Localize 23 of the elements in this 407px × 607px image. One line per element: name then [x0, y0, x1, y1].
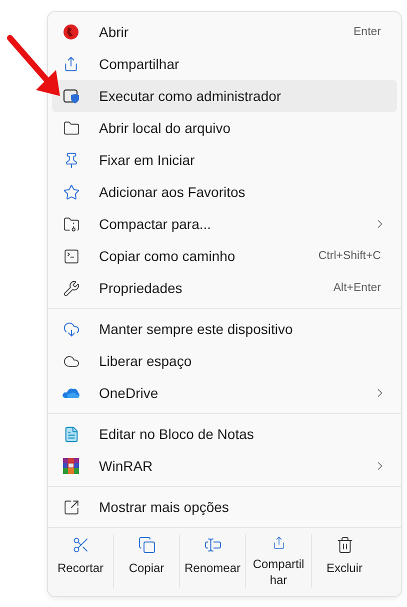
menu-item[interactable]: WinRAR: [52, 450, 397, 482]
menu-item[interactable]: Abrir Enter: [52, 16, 397, 48]
menu-item[interactable]: Propriedades Alt+Enter: [52, 272, 397, 304]
menu-item[interactable]: Adicionar aos Favoritos: [52, 176, 397, 208]
menu-item[interactable]: Manter sempre este dispositivo: [52, 313, 397, 345]
action-button[interactable]: Renomear: [179, 534, 245, 588]
menu-item[interactable]: Editar no Bloco de Notas: [52, 418, 397, 450]
menu-item[interactable]: Mostrar mais opções: [52, 491, 397, 523]
menu-item[interactable]: Abrir local do arquivo: [52, 112, 397, 144]
action-button[interactable]: Excluir: [311, 534, 377, 588]
menu-item[interactable]: Executar como administrador: [52, 80, 397, 112]
menu-item[interactable]: OneDrive: [52, 377, 397, 409]
menu-item[interactable]: Compactar para...: [52, 208, 397, 240]
shortcut-text: Enter: [354, 26, 381, 38]
shortcut-text: Ctrl+Shift+C: [318, 250, 381, 262]
menu-item[interactable]: Copiar como caminho Ctrl+Shift+C: [52, 240, 397, 272]
menu-item[interactable]: Liberar espaço: [52, 345, 397, 377]
action-button[interactable]: Recortar: [48, 534, 113, 588]
menu-item[interactable]: Compartilhar: [52, 48, 397, 80]
menu-item[interactable]: Fixar em Iniciar: [52, 144, 397, 176]
shortcut-text: Alt+Enter: [333, 282, 381, 294]
action-button[interactable]: Compartilhar: [245, 534, 311, 588]
action-button[interactable]: Copiar: [113, 534, 179, 588]
